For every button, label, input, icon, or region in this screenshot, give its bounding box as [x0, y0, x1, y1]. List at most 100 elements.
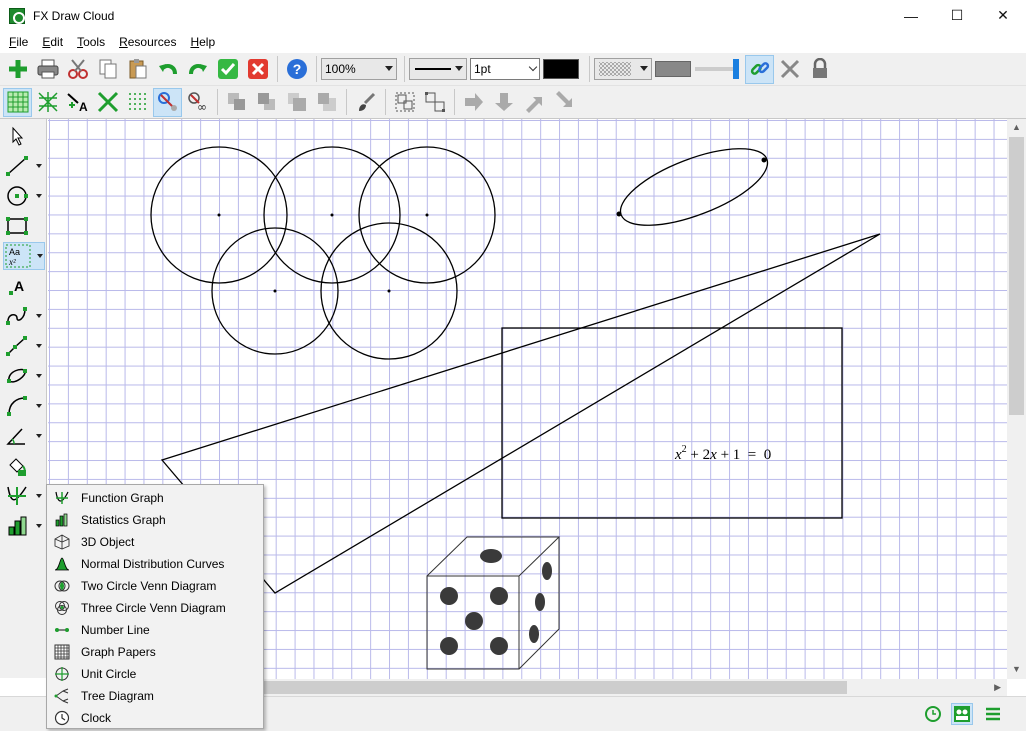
popup-item-tree-diagram[interactable]: Tree Diagram — [48, 685, 262, 707]
vertical-scrollbar[interactable]: ▲ ▼ — [1007, 119, 1026, 679]
popup-item-normal-distribution[interactable]: Normal Distribution Curves — [48, 553, 262, 575]
close-button[interactable]: ✕ — [980, 0, 1026, 31]
arrow-right-icon — [464, 93, 483, 111]
function-graph-tool[interactable] — [3, 482, 45, 510]
menu-file[interactable]: File — [0, 31, 35, 53]
ellipse-point[interactable] — [761, 157, 767, 163]
format-painter-button[interactable] — [351, 88, 380, 117]
menu-list-button[interactable] — [982, 703, 1004, 725]
dot-grid-button[interactable] — [123, 88, 152, 117]
toolbar-separator — [404, 56, 405, 82]
line-color-swatch[interactable] — [543, 59, 579, 79]
line-weight-select[interactable]: 1pt — [470, 58, 540, 80]
cancel-button[interactable] — [243, 55, 272, 84]
rotate-down-button[interactable] — [549, 88, 578, 117]
svg-text:A: A — [79, 100, 88, 113]
fill-tool[interactable] — [3, 452, 45, 480]
text-tool[interactable]: A — [3, 272, 45, 300]
undo-button[interactable] — [153, 55, 182, 84]
history-button[interactable] — [922, 703, 944, 725]
send-to-back-button[interactable] — [252, 88, 281, 117]
delete-point-button[interactable] — [93, 88, 122, 117]
svg-text:A: A — [14, 278, 24, 294]
cut-button[interactable] — [63, 55, 92, 84]
scroll-up-icon[interactable]: ▲ — [1012, 123, 1021, 132]
group-icon — [395, 92, 414, 112]
dice-dots — [440, 549, 552, 655]
popup-item-function-graph[interactable]: Function Graph — [48, 487, 262, 509]
link-button[interactable] — [745, 54, 774, 84]
maximize-button[interactable]: ☐ — [934, 0, 980, 31]
rectangle-shape[interactable] — [501, 327, 843, 519]
popup-item-two-circle-venn[interactable]: Two Circle Venn Diagram — [48, 575, 262, 597]
polyline-tool[interactable] — [3, 332, 45, 360]
closed-curve-tool[interactable] — [3, 362, 45, 390]
angle-tool[interactable] — [3, 422, 45, 450]
redo-button[interactable] — [183, 55, 212, 84]
ellipse-point[interactable] — [616, 211, 622, 217]
lock-icon — [812, 58, 827, 78]
accept-button[interactable] — [213, 55, 242, 84]
math-text-tool[interactable]: Aa x² — [3, 242, 45, 270]
rotate-up-button[interactable] — [519, 88, 548, 117]
math-equation[interactable]: x2 + 2x + 1 = 0 — [675, 444, 771, 464]
opacity-slider-handle[interactable] — [733, 59, 739, 79]
print-button[interactable] — [33, 55, 62, 84]
popup-item-clock[interactable]: Clock — [48, 707, 262, 729]
scroll-right-icon[interactable]: ▶ — [994, 682, 1001, 693]
minimize-button[interactable]: — — [888, 0, 934, 31]
menu-edit[interactable]: Edit — [35, 31, 70, 53]
ellipse-shape[interactable] — [611, 133, 777, 241]
lock-button[interactable] — [805, 55, 834, 84]
group-button[interactable] — [390, 88, 419, 117]
popup-item-three-circle-venn[interactable]: Three Circle Venn Diagram — [48, 597, 262, 619]
menu-help[interactable]: Help — [183, 31, 222, 53]
two-circle-venn-icon — [54, 580, 70, 592]
line-style-select[interactable] — [409, 58, 467, 80]
flip-right-button[interactable] — [459, 88, 488, 117]
users-button[interactable] — [951, 703, 973, 725]
zoom-select[interactable]: 100% — [321, 58, 397, 80]
popup-item-statistics-graph[interactable]: Statistics Graph — [48, 509, 262, 531]
flip-down-button[interactable] — [489, 88, 518, 117]
rectangle-tool[interactable] — [3, 212, 45, 240]
fill-color-swatch[interactable] — [655, 61, 691, 77]
menu-resources[interactable]: Resources — [112, 31, 183, 53]
help-button[interactable]: ? — [282, 55, 311, 84]
polyline-icon — [6, 336, 27, 356]
new-button[interactable] — [3, 55, 32, 84]
popup-item-3d-object[interactable]: 3D Object — [48, 531, 262, 553]
paste-button[interactable] — [123, 55, 152, 84]
horizontal-scroll-thumb[interactable] — [262, 681, 847, 694]
menu-tools[interactable]: Tools — [70, 31, 112, 53]
closed-curve-icon — [7, 368, 27, 383]
snap-to-grid-button[interactable] — [153, 87, 182, 117]
popup-item-unit-circle[interactable]: Unit Circle — [48, 663, 262, 685]
opacity-slider[interactable] — [695, 59, 739, 79]
circle-tool[interactable] — [3, 182, 45, 210]
unlink-button[interactable] — [775, 55, 804, 84]
triangle-shape[interactable] — [160, 233, 881, 594]
add-text-label-button[interactable]: A — [63, 88, 92, 117]
isometric-grid-button[interactable] — [33, 88, 62, 117]
bring-to-front-button[interactable] — [222, 88, 251, 117]
line-weight-value: 1pt — [474, 62, 491, 76]
fill-pattern-select[interactable] — [594, 58, 652, 80]
square-grid-button[interactable] — [3, 87, 32, 117]
statistics-tool[interactable] — [3, 512, 45, 540]
line-tool[interactable] — [3, 152, 45, 180]
vertical-scroll-thumb[interactable] — [1009, 137, 1024, 415]
ungroup-button[interactable] — [420, 88, 449, 117]
scroll-down-icon[interactable]: ▼ — [1012, 665, 1021, 674]
arc-tool[interactable] — [3, 392, 45, 420]
snap-infinite-button[interactable]: ∞ — [183, 88, 212, 117]
copy-button[interactable] — [93, 55, 122, 84]
popup-item-graph-papers[interactable]: Graph Papers — [48, 641, 262, 663]
bring-forward-button[interactable] — [282, 88, 311, 117]
curve-tool[interactable] — [3, 302, 45, 330]
popup-item-number-line[interactable]: Number Line — [48, 619, 262, 641]
send-backward-button[interactable] — [312, 88, 341, 117]
svg-text:Aa: Aa — [9, 247, 20, 257]
fill-pattern-icon — [599, 62, 631, 76]
select-tool[interactable] — [3, 122, 45, 150]
